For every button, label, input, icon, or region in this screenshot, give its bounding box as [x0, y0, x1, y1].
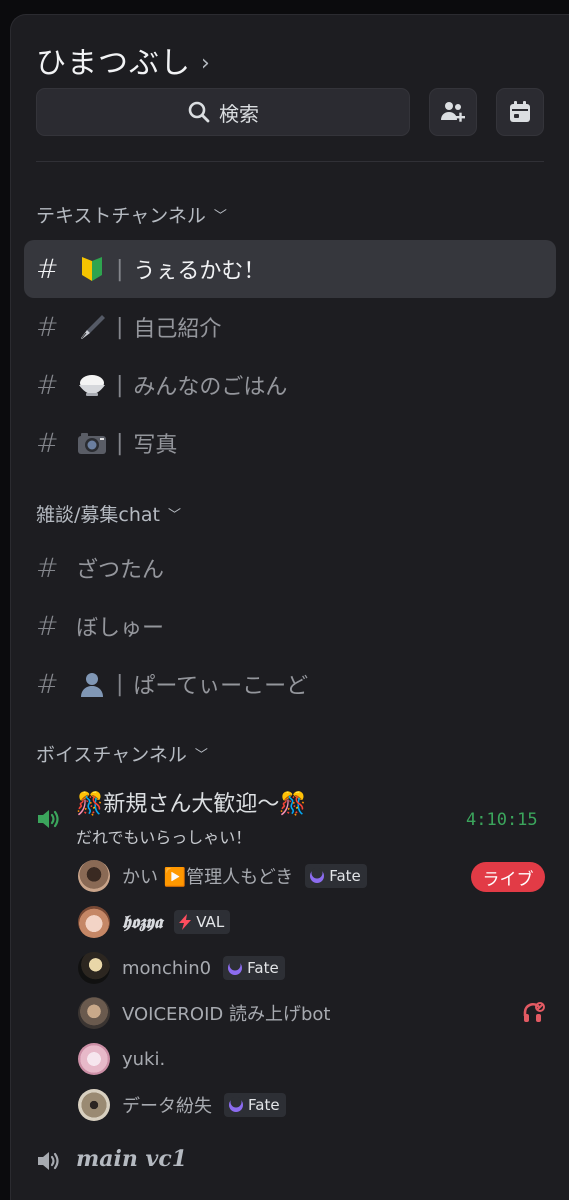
- category-label: ボイスチャンネル: [36, 744, 187, 766]
- category-text-channels[interactable]: テキストチャンネル ﹀: [36, 201, 227, 228]
- avatar: [78, 860, 110, 892]
- search-label: 検索: [219, 101, 259, 126]
- hash-icon: #: [36, 369, 59, 401]
- tag-label: VAL: [196, 913, 225, 931]
- channel-everyone-meals[interactable]: # | みんなのごはん: [24, 356, 556, 414]
- fountain-pen-icon: [76, 311, 108, 343]
- voice-member[interactable]: 𝖍𝖔𝖟𝖞𝖆 VAL: [78, 905, 231, 939]
- voice-member[interactable]: かい ▶️管理人もどき Fate: [78, 859, 367, 893]
- chevron-down-icon: ﹀: [213, 209, 227, 224]
- live-badge[interactable]: ライブ: [471, 862, 545, 892]
- hash-icon: #: [36, 668, 59, 700]
- avatar: [78, 1043, 110, 1075]
- channel-separator: |: [116, 671, 124, 697]
- hash-icon: #: [36, 253, 59, 285]
- invite-members-button[interactable]: [429, 88, 477, 136]
- fate-crescent-icon: [228, 960, 243, 975]
- channel-welcome[interactable]: # | うぇるかむ！: [24, 240, 556, 298]
- category-label: テキストチャンネル: [36, 205, 206, 227]
- voice-channel-main[interactable]: 𝒎𝒂𝒊𝒏 𝒗𝒄1: [76, 1146, 187, 1172]
- channel-separator: |: [116, 256, 124, 282]
- channel-separator: |: [116, 430, 124, 456]
- hash-icon: #: [36, 610, 59, 642]
- channel-name: みんなのごはん: [133, 375, 288, 400]
- voice-member[interactable]: monchin0 Fate: [78, 951, 285, 985]
- fate-crescent-icon: [229, 1097, 243, 1112]
- deafened-icon: [522, 1002, 546, 1028]
- avatar: [78, 1089, 110, 1121]
- voice-timer: 4:10:15: [466, 810, 538, 830]
- header-divider: [36, 161, 544, 162]
- search-icon: [188, 101, 210, 123]
- category-voice-channels[interactable]: ボイスチャンネル ﹀: [36, 740, 208, 767]
- chevron-down-icon: ﹀: [194, 748, 208, 763]
- channel-separator: |: [116, 372, 124, 398]
- channel-name: 写真: [133, 433, 178, 458]
- member-name: データ紛失: [122, 1096, 212, 1117]
- server-name[interactable]: ひまつぶし ›: [36, 38, 211, 82]
- tag-label: Fate: [247, 959, 279, 977]
- tag-label: Fate: [329, 867, 361, 885]
- game-tag: Fate: [224, 1093, 286, 1117]
- category-label: 雑談/募集chat: [36, 504, 160, 526]
- member-name: yuki.: [122, 1048, 166, 1070]
- voice-channel-name: 𝒎𝒂𝒊𝒏 𝒗𝒄1: [76, 1146, 188, 1172]
- fate-crescent-icon: [310, 868, 325, 883]
- hash-icon: #: [36, 427, 59, 459]
- calendar-icon: [510, 101, 530, 122]
- voice-member[interactable]: データ紛失 Fate: [78, 1088, 286, 1122]
- speaker-active-icon: [36, 807, 62, 835]
- avatar: [78, 906, 110, 938]
- game-tag: VAL: [174, 910, 231, 934]
- channel-zatsudan[interactable]: # ざつたん: [24, 539, 556, 597]
- beginner-mark-icon: [76, 253, 108, 285]
- channel-name: うぇるかむ！: [133, 259, 266, 284]
- channel-name: ぼしゅー: [76, 616, 165, 641]
- channel-separator: |: [116, 314, 124, 340]
- speaker-icon: [36, 1149, 62, 1177]
- channel-photos[interactable]: # | 写真: [24, 414, 556, 472]
- chevron-down-icon: ﹀: [167, 508, 181, 523]
- avatar: [78, 952, 110, 984]
- voice-channel-welcome[interactable]: 🎊新規さん大歓迎〜🎊: [76, 786, 307, 818]
- search-button[interactable]: 検索: [36, 88, 410, 136]
- game-tag: Fate: [305, 864, 367, 888]
- avatar: [78, 997, 110, 1029]
- lightning-icon: [179, 914, 192, 930]
- member-name: monchin0: [122, 957, 212, 979]
- chevron-right-icon: ›: [201, 51, 211, 76]
- hash-icon: #: [36, 552, 59, 584]
- camera-icon: [76, 427, 108, 459]
- voice-channel-status: だれでもいらっしゃい！: [76, 828, 252, 847]
- person-silhouette-icon: [76, 668, 108, 700]
- channel-party-code[interactable]: # | ぱーてぃーこーど: [24, 655, 556, 713]
- channel-name: ぱーてぃーこーど: [133, 674, 309, 699]
- rice-bowl-icon: [76, 369, 108, 401]
- category-chat[interactable]: 雑談/募集chat ﹀: [36, 500, 181, 527]
- channel-self-intro[interactable]: # | 自己紹介: [24, 298, 556, 356]
- member-name: 𝖍𝖔𝖟𝖞𝖆: [122, 911, 163, 933]
- voice-channel-name: 🎊新規さん大歓迎〜🎊: [76, 792, 307, 817]
- member-name: VOICEROID 読み上げbot: [122, 1004, 331, 1025]
- events-button[interactable]: [496, 88, 544, 136]
- channel-name: ざつたん: [76, 558, 165, 583]
- channel-recruitment[interactable]: # ぼしゅー: [24, 597, 556, 655]
- voice-member[interactable]: VOICEROID 読み上げbot: [78, 996, 330, 1030]
- server-name-text: ひまつぶし: [36, 46, 191, 81]
- voice-member[interactable]: yuki.: [78, 1042, 165, 1076]
- add-member-icon: [441, 102, 465, 122]
- game-tag: Fate: [223, 956, 285, 980]
- member-name: かい ▶️管理人もどき: [122, 867, 294, 888]
- tag-label: Fate: [248, 1096, 280, 1114]
- hash-icon: #: [36, 311, 59, 343]
- channel-name: 自己紹介: [133, 317, 222, 342]
